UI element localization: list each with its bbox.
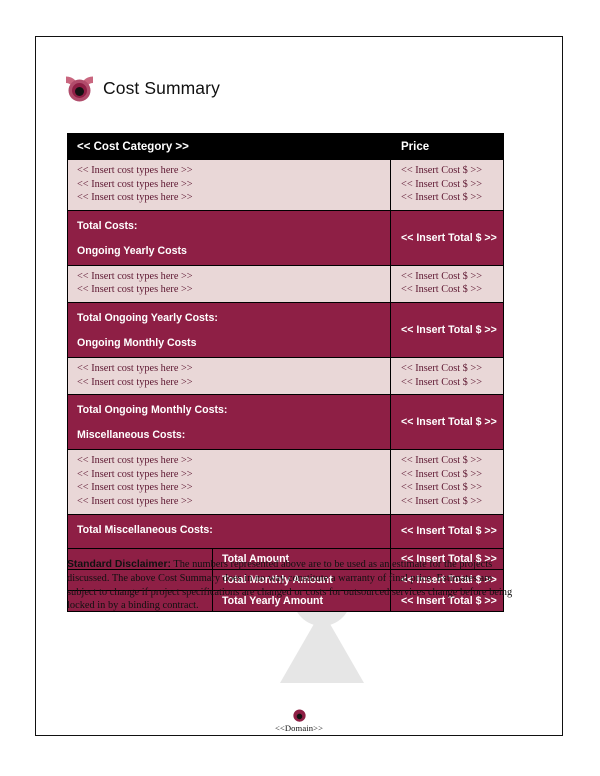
section-total-label: Total Costs: bbox=[77, 219, 138, 232]
page-footer: <<Domain>> bbox=[36, 700, 562, 735]
table-row: << Insert cost types here >> << Insert c… bbox=[66, 356, 505, 396]
section-heading: Ongoing Monthly Costs bbox=[77, 336, 197, 349]
section-heading bbox=[68, 541, 390, 548]
items-cell-labels: << Insert cost types here >> << Insert c… bbox=[66, 264, 392, 303]
table-row: Total Ongoing Yearly Costs: Ongoing Mont… bbox=[66, 301, 505, 358]
band-cell-labels: Total Costs: Ongoing Yearly Costs bbox=[66, 209, 392, 266]
item-label[interactable]: << Insert cost types here >> bbox=[68, 481, 390, 495]
item-price[interactable]: << Insert Cost $ >> bbox=[391, 191, 503, 205]
item-label[interactable]: << Insert cost types here >> bbox=[68, 270, 390, 284]
item-label[interactable]: << Insert cost types here >> bbox=[68, 283, 390, 297]
footer-concentric-arcs-logo-icon bbox=[292, 709, 306, 722]
item-price[interactable]: << Insert Cost $ >> bbox=[391, 376, 503, 390]
items-cell-labels: << Insert cost types here >> << Insert c… bbox=[66, 159, 392, 211]
table-row: Total Miscellaneous Costs: << Insert Tot… bbox=[66, 513, 505, 549]
item-price[interactable]: << Insert Cost $ >> bbox=[391, 468, 503, 482]
table-row: Total Ongoing Monthly Costs: Miscellaneo… bbox=[66, 394, 505, 451]
item-price[interactable]: << Insert Cost $ >> bbox=[391, 454, 503, 468]
items-cell-prices: << Insert Cost $ >> << Insert Cost $ >> bbox=[390, 264, 505, 303]
table-row: << Insert cost types here >> << Insert c… bbox=[66, 159, 505, 211]
item-price[interactable]: << Insert Cost $ >> bbox=[391, 270, 503, 284]
items-cell-prices: << Insert Cost $ >> << Insert Cost $ >> … bbox=[390, 449, 505, 515]
item-label[interactable]: << Insert cost types here >> bbox=[68, 468, 390, 482]
item-price[interactable]: << Insert Cost $ >> bbox=[391, 495, 503, 509]
section-total-value[interactable]: << Insert Total $ >> bbox=[391, 232, 503, 244]
band-cell-total: << Insert Total $ >> bbox=[390, 394, 505, 451]
item-label[interactable]: << Insert cost types here >> bbox=[68, 164, 390, 178]
footer-domain-label: <<Domain>> bbox=[274, 723, 324, 733]
section-total-label: Total Miscellaneous Costs: bbox=[77, 523, 213, 536]
standard-disclaimer: Standard Disclaimer: The numbers represe… bbox=[67, 558, 519, 612]
item-price[interactable]: << Insert Cost $ >> bbox=[391, 481, 503, 495]
band-cell-labels: Total Ongoing Monthly Costs: Miscellaneo… bbox=[66, 394, 392, 451]
item-price[interactable]: << Insert Cost $ >> bbox=[391, 283, 503, 297]
document-page: Cost Summary << Cost Category >> Price <… bbox=[0, 0, 600, 776]
item-label[interactable]: << Insert cost types here >> bbox=[68, 191, 390, 205]
item-label[interactable]: << Insert cost types here >> bbox=[68, 495, 390, 509]
table-row: Total Costs: Ongoing Yearly Costs << Ins… bbox=[66, 209, 505, 266]
section-total-value[interactable]: << Insert Total $ >> bbox=[391, 416, 503, 428]
item-label[interactable]: << Insert cost types here >> bbox=[68, 362, 390, 376]
band-cell-labels: Total Ongoing Yearly Costs: Ongoing Mont… bbox=[66, 301, 392, 358]
item-price[interactable]: << Insert Cost $ >> bbox=[391, 164, 503, 178]
section-total-label: Total Ongoing Monthly Costs: bbox=[77, 404, 228, 417]
items-cell-labels: << Insert cost types here >> << Insert c… bbox=[66, 449, 392, 515]
header-label-category: << Cost Category >> bbox=[77, 140, 189, 153]
section-heading: Miscellaneous Costs: bbox=[77, 429, 186, 442]
cost-summary-table: << Cost Category >> Price << Insert cost… bbox=[66, 133, 505, 612]
item-price[interactable]: << Insert Cost $ >> bbox=[391, 178, 503, 192]
section-total-value[interactable]: << Insert Total $ >> bbox=[391, 525, 503, 537]
header-cell-category: << Cost Category >> bbox=[66, 133, 392, 160]
item-label[interactable]: << Insert cost types here >> bbox=[68, 178, 390, 192]
header-cell-price: Price bbox=[390, 133, 505, 160]
table-row: << Insert cost types here >> << Insert c… bbox=[66, 264, 505, 303]
table-header-row: << Cost Category >> Price bbox=[66, 133, 505, 160]
band-cell-total: << Insert Total $ >> bbox=[390, 209, 505, 266]
table-row: << Insert cost types here >> << Insert c… bbox=[66, 449, 505, 515]
disclaimer-lead: Standard Disclaimer: bbox=[67, 559, 171, 571]
header-label-price: Price bbox=[401, 140, 430, 153]
section-heading: Ongoing Yearly Costs bbox=[77, 244, 187, 257]
items-cell-prices: << Insert Cost $ >> << Insert Cost $ >> … bbox=[390, 159, 505, 211]
item-label[interactable]: << Insert cost types here >> bbox=[68, 376, 390, 390]
document-header: Cost Summary bbox=[66, 66, 486, 110]
concentric-arcs-logo-icon bbox=[66, 76, 93, 101]
section-total-label: Total Ongoing Yearly Costs: bbox=[77, 311, 218, 324]
page-title: Cost Summary bbox=[103, 77, 220, 98]
band-cell-labels: Total Miscellaneous Costs: bbox=[66, 513, 392, 549]
items-cell-prices: << Insert Cost $ >> << Insert Cost $ >> bbox=[390, 356, 505, 396]
section-total-value[interactable]: << Insert Total $ >> bbox=[391, 324, 503, 336]
item-label[interactable]: << Insert cost types here >> bbox=[68, 454, 390, 468]
band-cell-total: << Insert Total $ >> bbox=[390, 301, 505, 358]
item-price[interactable]: << Insert Cost $ >> bbox=[391, 362, 503, 376]
band-cell-total: << Insert Total $ >> bbox=[390, 513, 505, 549]
items-cell-labels: << Insert cost types here >> << Insert c… bbox=[66, 356, 392, 396]
